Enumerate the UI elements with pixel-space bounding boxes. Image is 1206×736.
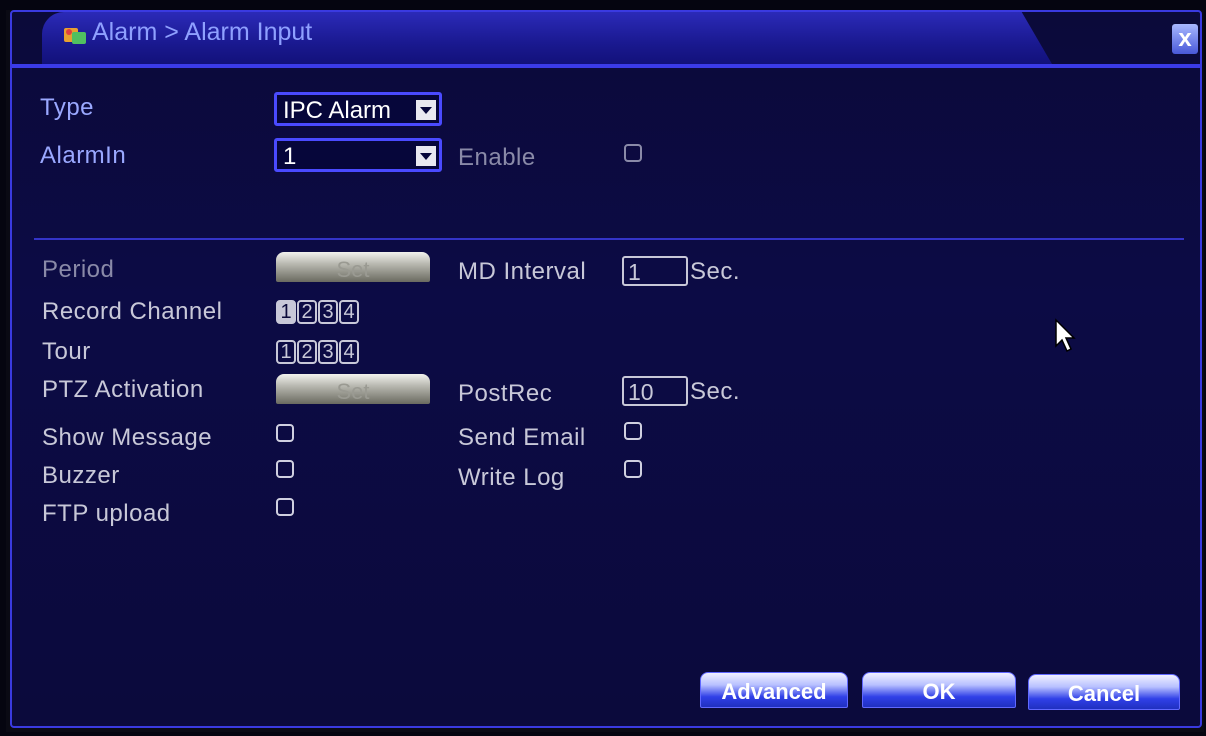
show-message-checkbox[interactable] — [276, 424, 294, 442]
cancel-button[interactable]: Cancel — [1028, 674, 1180, 710]
postrec-value: 10 — [628, 379, 654, 405]
type-select[interactable]: IPC Alarm — [274, 92, 442, 126]
tour-channel-4[interactable]: 4 — [339, 340, 359, 364]
postrec-label: PostRec — [458, 380, 553, 407]
chevron-down-icon — [416, 100, 436, 120]
postrec-unit: Sec. — [690, 378, 741, 405]
tour-channel-2[interactable]: 2 — [297, 340, 317, 364]
buzzer-label: Buzzer — [42, 462, 120, 489]
write-log-checkbox[interactable] — [624, 460, 642, 478]
ptz-activation-label: PTZ Activation — [42, 376, 204, 403]
chevron-down-icon — [416, 146, 436, 166]
ftp-upload-label: FTP upload — [42, 500, 171, 527]
md-interval-label: MD Interval — [458, 258, 587, 285]
breadcrumb: Alarm > Alarm Input — [92, 18, 313, 46]
title-underline — [12, 64, 1200, 68]
alarmin-select[interactable]: 1 — [274, 138, 442, 172]
record-channel-1[interactable]: 1 — [276, 300, 296, 324]
alarm-app-icon — [64, 28, 86, 44]
tour-channel-1[interactable]: 1 — [276, 340, 296, 364]
period-set-button[interactable]: Set — [276, 252, 430, 282]
close-button[interactable]: x — [1172, 24, 1198, 54]
show-message-label: Show Message — [42, 424, 213, 451]
record-channel-4[interactable]: 4 — [339, 300, 359, 324]
title-bar: Alarm > Alarm Input x — [12, 12, 1200, 70]
alarmin-select-value: 1 — [283, 143, 297, 170]
record-channel-3[interactable]: 3 — [318, 300, 338, 324]
mouse-pointer-icon — [1055, 318, 1076, 353]
tour-label: Tour — [42, 338, 91, 365]
section-divider — [34, 238, 1184, 240]
ok-button[interactable]: OK — [862, 672, 1016, 708]
buzzer-checkbox[interactable] — [276, 460, 294, 478]
type-label: Type — [40, 94, 95, 121]
write-log-label: Write Log — [458, 464, 565, 491]
advanced-button[interactable]: Advanced — [700, 672, 848, 708]
ftp-upload-checkbox[interactable] — [276, 498, 294, 516]
tour-channel-group: 1234 — [276, 340, 360, 366]
md-interval-input[interactable]: 1 — [622, 256, 688, 286]
alarm-input-dialog: Alarm > Alarm Input x Type IPC Alarm Ala… — [10, 10, 1202, 728]
postrec-input[interactable]: 10 — [622, 376, 688, 406]
record-channel-label: Record Channel — [42, 298, 223, 325]
send-email-label: Send Email — [458, 424, 586, 451]
alarmin-label: AlarmIn — [40, 142, 127, 169]
md-interval-value: 1 — [628, 259, 641, 285]
enable-label: Enable — [458, 144, 536, 171]
send-email-checkbox[interactable] — [624, 422, 642, 440]
md-interval-unit: Sec. — [690, 258, 741, 285]
record-channel-group: 1234 — [276, 300, 360, 326]
record-channel-2[interactable]: 2 — [297, 300, 317, 324]
enable-checkbox[interactable] — [624, 144, 642, 162]
period-label: Period — [42, 256, 115, 283]
type-select-value: IPC Alarm — [283, 97, 392, 124]
ptz-set-button[interactable]: Set — [276, 374, 430, 404]
tour-channel-3[interactable]: 3 — [318, 340, 338, 364]
